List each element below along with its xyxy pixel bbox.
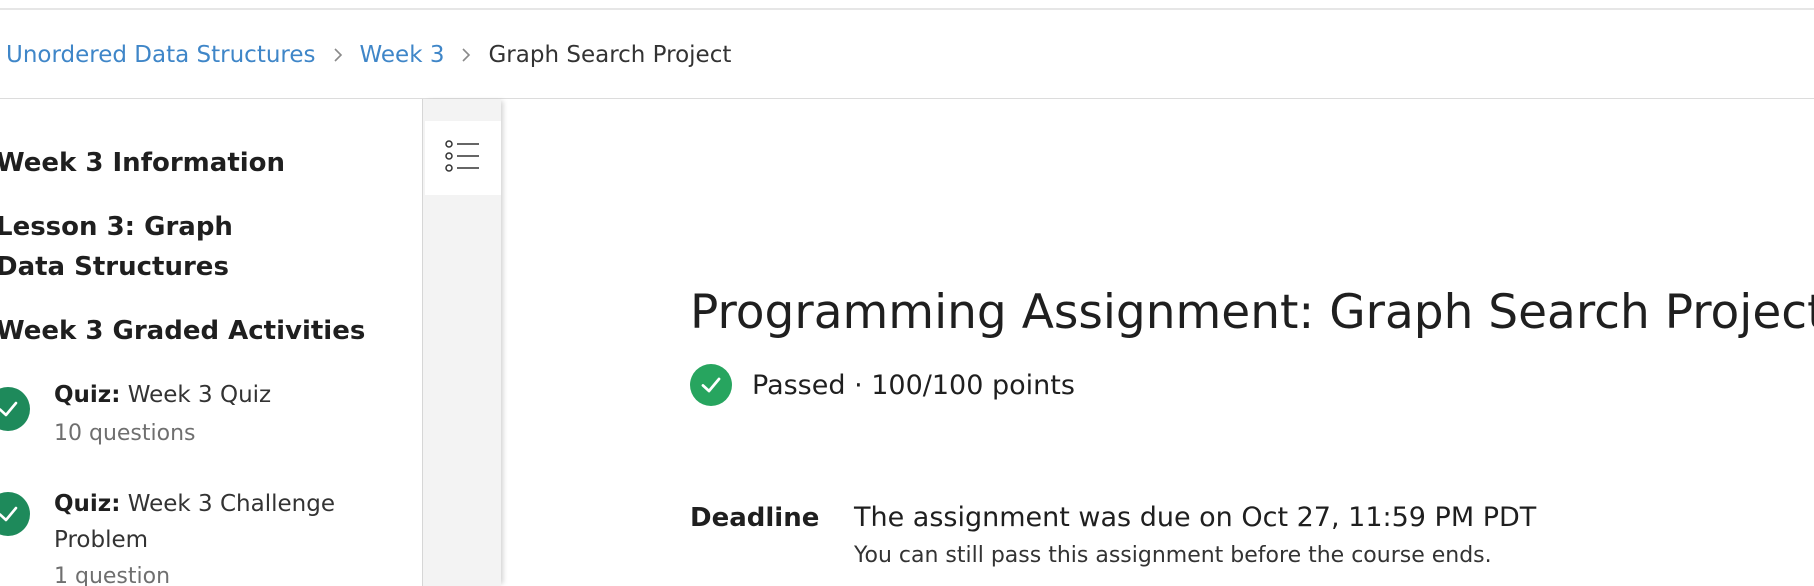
sidebar-section-graded-activities[interactable]: Week 3 Graded Activities [0,311,406,351]
chevron-right-icon [460,46,472,64]
breadcrumb-link-course[interactable]: Unordered Data Structures [6,36,316,74]
breadcrumb-current: Graph Search Project [488,42,732,68]
item-type-label: Quiz: [54,491,121,517]
main-content: Programming Assignment: Graph Search Pro… [500,99,1814,586]
sidebar-toggle-column [422,99,501,586]
deadline-text: The assignment was due on Oct 27, 11:59 … [854,502,1537,533]
breadcrumb: Unordered Data Structures Week 3 Graph S… [6,36,731,74]
sidebar-item-title: Quiz: Week 3 Challenge Problem [54,486,344,558]
sidebar-item-title: Quiz: Week 3 Quiz [54,377,354,413]
list-icon [445,138,481,178]
top-divider [0,8,1814,10]
sidebar-item-meta: 10 questions [54,421,196,446]
deadline-label: Deadline [690,503,820,533]
status-text: Passed · 100/100 points [752,369,1075,401]
sidebar-section-week-info[interactable]: Week 3 Information [0,143,406,183]
check-circle-icon [690,364,732,406]
item-title-text: Week 3 Quiz [127,382,272,408]
toggle-outline-button[interactable] [425,121,501,195]
sidebar: Week 3 Information Lesson 3: Graph Data … [0,99,422,586]
sidebar-section-lesson-3[interactable]: Lesson 3: Graph Data Structures [0,207,296,287]
check-circle-icon [0,387,30,431]
sidebar-item-meta: 1 question [54,564,171,586]
breadcrumb-link-week[interactable]: Week 3 [360,36,445,74]
status-row: Passed · 100/100 points [690,363,1075,407]
page-title: Programming Assignment: Graph Search Pro… [690,285,1814,340]
deadline-note: You can still pass this assignment befor… [854,543,1492,568]
item-type-label: Quiz: [54,382,121,408]
check-circle-icon [0,492,30,536]
chevron-right-icon [332,46,344,64]
